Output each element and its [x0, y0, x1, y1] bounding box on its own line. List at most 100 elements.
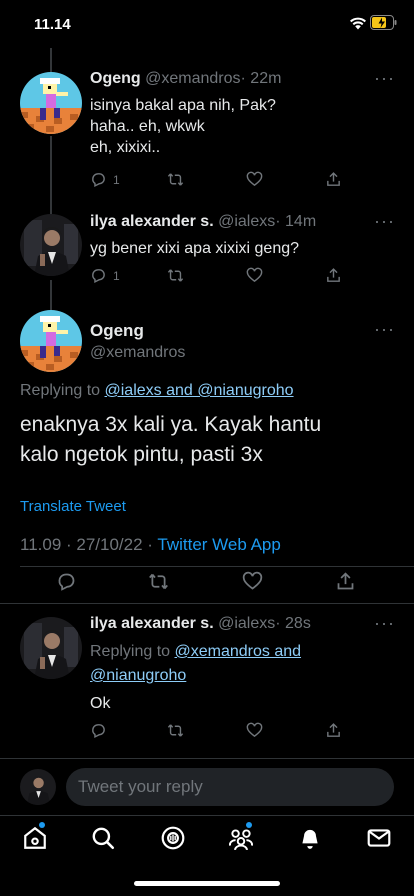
heart-icon — [246, 171, 263, 187]
avatar[interactable] — [20, 214, 82, 276]
heart-icon — [246, 267, 263, 283]
avatar[interactable] — [20, 310, 82, 372]
more-options-icon[interactable]: ··· — [374, 613, 395, 634]
reply-icon — [92, 173, 105, 188]
more-options-icon[interactable]: ··· — [374, 211, 395, 232]
tweet-time: · 22m — [240, 70, 282, 87]
tweet-text: yg bener xixi apa xixixi geng? — [90, 238, 299, 259]
timestamp-text: 11.09 · 27/10/22 · — [20, 535, 158, 554]
reply-count: 1 — [113, 268, 120, 283]
tweet-header: Ogeng @xemandros· 22m — [90, 70, 281, 88]
more-options-icon[interactable]: ··· — [374, 319, 395, 340]
translate-tweet-link[interactable]: Translate Tweet — [20, 498, 126, 515]
tweet-text-line: eh, xixixi.. — [90, 139, 161, 156]
avatar[interactable] — [20, 72, 82, 134]
replying-to-label: Replying to — [90, 643, 175, 660]
replying-to-link[interactable]: @xemandros and — [175, 643, 302, 660]
search-icon — [92, 827, 115, 850]
tab-messages[interactable] — [366, 825, 392, 851]
avatar-photo — [20, 617, 82, 679]
avatar-pixel-art — [20, 72, 82, 134]
home-icon — [24, 826, 46, 849]
share-icon — [337, 572, 354, 590]
share-button[interactable] — [325, 171, 342, 188]
retweet-button[interactable] — [167, 171, 184, 188]
author-name[interactable]: ilya alexander s. — [90, 615, 214, 632]
tab-notifications[interactable] — [297, 825, 323, 851]
replying-to-link[interactable]: @ialexs and @nianugroho — [105, 382, 294, 399]
thread-line — [50, 280, 52, 310]
heart-icon — [242, 571, 263, 590]
author-handle[interactable]: @xemandros — [145, 70, 240, 87]
author-name[interactable]: Ogeng — [90, 321, 144, 341]
avatar-photo — [20, 769, 56, 805]
tweet-time: · 28s — [275, 615, 311, 632]
more-options-icon[interactable]: ··· — [374, 68, 395, 89]
retweet-button[interactable] — [167, 267, 184, 284]
share-icon — [327, 172, 340, 186]
spaces-icon — [161, 826, 185, 850]
reply-count: 1 — [113, 172, 120, 187]
share-icon — [327, 268, 340, 282]
tweet-text: Ok — [90, 695, 111, 712]
avatar-pixel-art — [20, 310, 82, 372]
retweet-icon — [149, 573, 168, 590]
like-button[interactable] — [246, 171, 263, 188]
heart-icon — [246, 722, 263, 738]
tab-home[interactable] — [22, 825, 48, 851]
thread-line — [50, 136, 52, 214]
divider — [20, 566, 414, 567]
replying-to: Replying to @ialexs and @nianugroho — [20, 382, 294, 400]
tweet-text-line: isinya bakal apa nih, Pak? — [90, 97, 276, 114]
share-button[interactable] — [325, 722, 342, 739]
author-name[interactable]: ilya alexander s. — [90, 213, 214, 230]
mail-icon — [367, 829, 391, 847]
reply-icon — [92, 724, 105, 739]
reply-button[interactable] — [56, 571, 77, 592]
notification-dot — [39, 822, 45, 828]
reply-button[interactable]: 1 — [90, 171, 120, 188]
tab-communities[interactable] — [228, 825, 254, 851]
replying-to: Replying to @xemandros and @nianugroho — [90, 640, 301, 688]
retweet-icon — [167, 724, 184, 737]
divider — [0, 758, 414, 759]
divider — [0, 815, 414, 816]
reply-icon — [92, 269, 105, 284]
reply-button[interactable]: 1 — [90, 267, 120, 284]
replying-to-link[interactable]: @nianugroho — [90, 667, 186, 684]
tweet-timestamp: 11.09 · 27/10/22 · Twitter Web App — [20, 535, 281, 555]
retweet-button[interactable] — [148, 571, 169, 592]
tweet-header: ilya alexander s. @ialexs· 28s — [90, 615, 311, 633]
author-handle[interactable]: @ialexs — [218, 615, 275, 632]
replying-to-label: Replying to — [20, 382, 105, 399]
like-button[interactable] — [246, 722, 263, 739]
reply-button[interactable] — [90, 722, 107, 739]
retweet-icon — [167, 269, 184, 282]
home-indicator — [134, 881, 280, 886]
avatar[interactable] — [20, 617, 82, 679]
focused-tweet-text: enaknya 3x kali ya. Kayak hantu kalo nge… — [20, 410, 321, 470]
status-time: 11.14 — [34, 16, 71, 33]
tab-spaces[interactable] — [160, 825, 186, 851]
source-link[interactable]: Twitter Web App — [157, 535, 280, 554]
share-button[interactable] — [335, 571, 356, 592]
tweet-text-line: enaknya 3x kali ya. Kayak hantu — [20, 413, 322, 436]
thread-line — [50, 48, 52, 72]
wifi-icon — [349, 16, 367, 35]
retweet-icon — [167, 173, 184, 186]
notification-dot — [246, 822, 252, 828]
author-handle[interactable]: @xemandros — [90, 344, 185, 362]
like-button[interactable] — [242, 571, 263, 592]
bell-icon — [302, 829, 318, 849]
author-handle[interactable]: @ialexs — [218, 213, 275, 230]
tab-search[interactable] — [90, 825, 116, 851]
communities-icon — [229, 829, 253, 851]
reply-input[interactable]: Tweet your reply — [66, 768, 394, 806]
tweet-header: ilya alexander s. @ialexs· 14m — [90, 213, 316, 231]
retweet-button[interactable] — [167, 722, 184, 739]
like-button[interactable] — [246, 267, 263, 284]
tweet-text-line: yg bener xixi apa xixixi geng? — [90, 240, 300, 257]
tweet-text-line: kalo ngetok pintu, pasti 3x — [20, 443, 263, 466]
share-button[interactable] — [325, 267, 342, 284]
author-name[interactable]: Ogeng — [90, 70, 141, 87]
